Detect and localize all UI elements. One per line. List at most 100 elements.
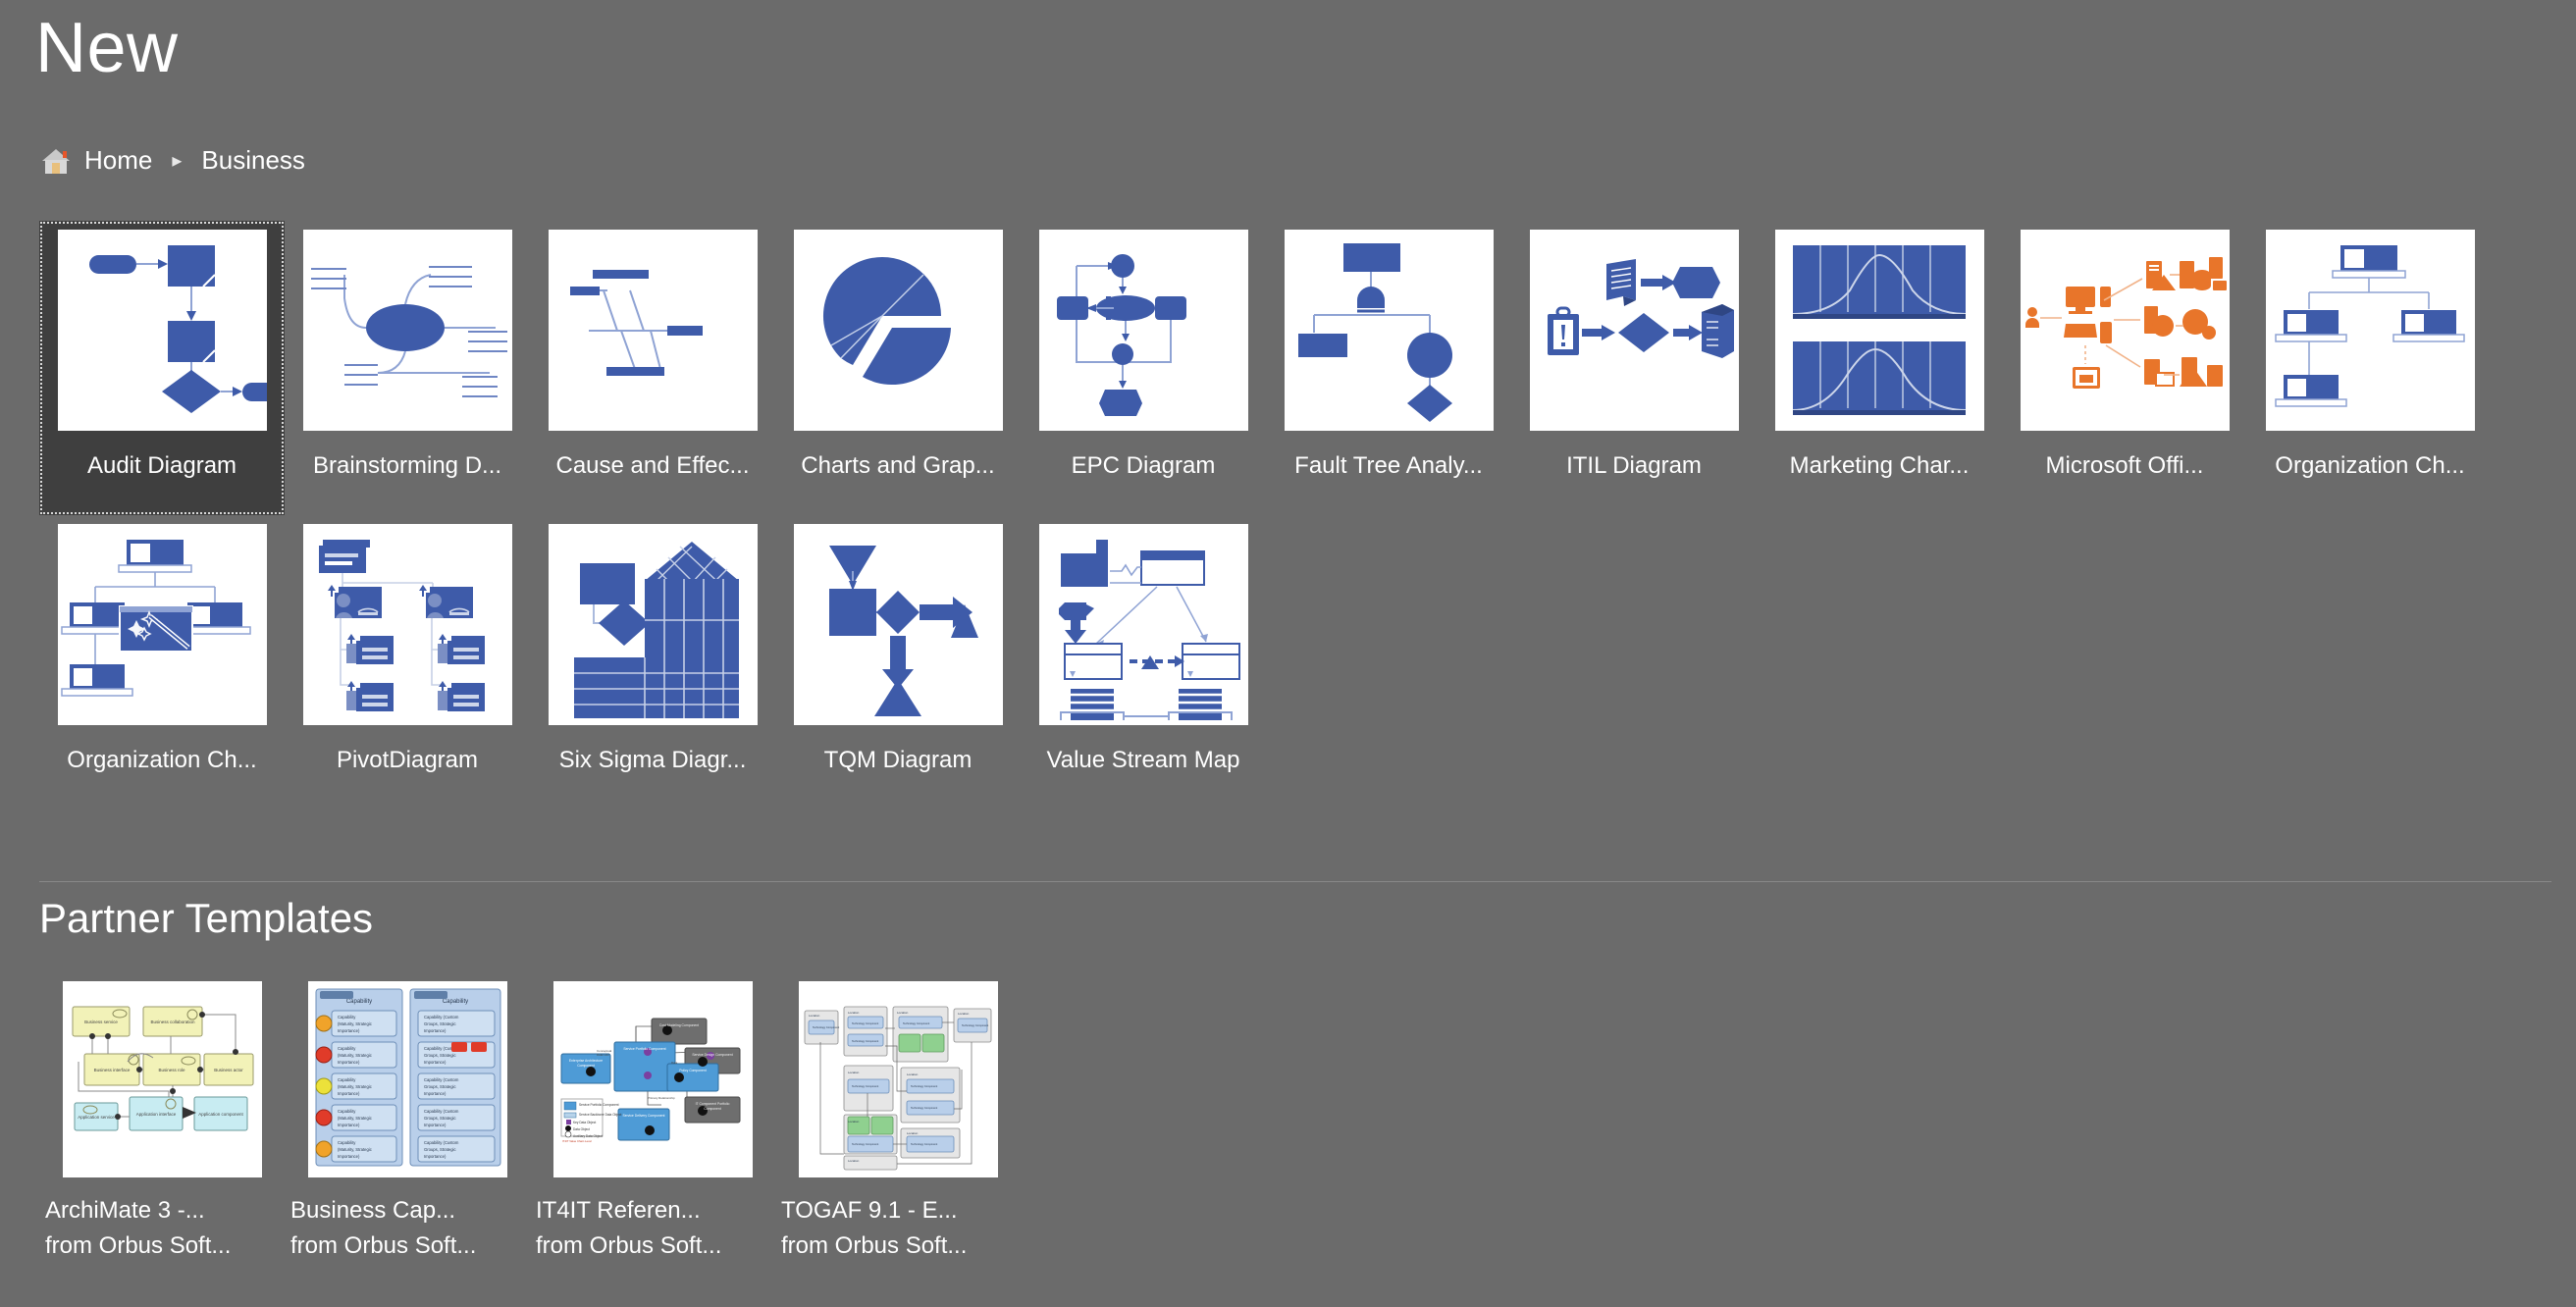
template-tile-organization-chart[interactable]: Organization Ch... [2247,221,2493,515]
template-tile-charts-and-graphs[interactable]: Charts and Grap... [775,221,1021,515]
template-tile-fault-tree-analysis[interactable]: Fault Tree Analy... [1266,221,1511,515]
svg-text:Technology Component: Technology Component [911,1106,938,1110]
svg-text:Importance): Importance) [424,1123,447,1127]
svg-text:Importance): Importance) [338,1154,360,1159]
svg-text:Capability (Custom: Capability (Custom [424,1140,459,1145]
svg-text:Groups, Strategic: Groups, Strategic [424,1053,456,1058]
partner-tile-business-capability[interactable]: Capability Capability Capability (Maturi… [285,971,530,1260]
partner-tile-togaf[interactable]: Location Location Location Location Locati… [775,971,1021,1260]
archimate-thumb: Business service Business collaboration … [62,981,262,1177]
template-tile-microsoft-office[interactable]: Microsoft Offi... [2002,221,2247,515]
template-label: TQM Diagram [823,747,973,773]
svg-text:Technology Component: Technology Component [852,1021,879,1025]
brainstorming-diagram-thumb [302,230,512,431]
svg-text:Application component: Application component [198,1112,243,1117]
svg-text:(Maturity, Strategic: (Maturity, Strategic [338,1116,372,1121]
template-tile-tqm-diagram[interactable]: TQM Diagram [775,515,1021,810]
value-stream-map-thumb [1038,524,1248,725]
svg-text:Location: Location [848,1120,860,1124]
svg-text:Technology Component: Technology Component [852,1084,879,1088]
svg-text:Location: Location [848,1011,860,1015]
svg-text:Capability (Custom: Capability (Custom [424,1109,459,1114]
magic-wand-overlay [118,605,193,653]
svg-text:Key Data Object: Key Data Object [573,1121,596,1124]
svg-text:Importance): Importance) [424,1060,447,1065]
svg-text:Business actor: Business actor [214,1068,243,1072]
template-label: PivotDiagram [336,747,479,773]
svg-text:Service Portfolio Component: Service Portfolio Component [623,1047,665,1051]
template-tile-brainstorming-diagram[interactable]: Brainstorming D... [285,221,530,515]
svg-text:Location: Location [809,1014,820,1018]
svg-text:Groups, Strategic: Groups, Strategic [424,1084,456,1089]
template-label: Audit Diagram [86,452,237,479]
marketing-charts-thumb [1774,230,1984,431]
svg-text:Business role: Business role [158,1068,185,1072]
template-grid: Audit Diagram Brainstorming D... Cause a… [39,221,2576,810]
cause-and-effect-thumb [548,230,758,431]
svg-text:Application interface: Application interface [135,1112,176,1117]
svg-text:Importance): Importance) [338,1060,360,1065]
template-tile-marketing-charts[interactable]: Marketing Char... [1757,221,2002,515]
svg-text:(Maturity, Strategic: (Maturity, Strategic [338,1021,372,1026]
svg-text:Capability: Capability [345,999,371,1005]
tqm-diagram-thumb [793,524,1003,725]
svg-text:Importance): Importance) [338,1091,360,1096]
svg-text:Location: Location [907,1072,919,1076]
template-tile-value-stream-map[interactable]: Value Stream Map [1021,515,1266,810]
svg-text:Business collaboration: Business collaboration [150,1019,195,1024]
template-label: Six Sigma Diagr... [558,747,747,773]
svg-text:IT4IT Value Chain Level: IT4IT Value Chain Level [562,1139,592,1143]
partner-tile-it4it-reference[interactable]: Service Portfolio Component Service Back… [530,971,775,1260]
svg-text:(Maturity, Strategic: (Maturity, Strategic [338,1147,372,1152]
svg-text:Service Delivery Component: Service Delivery Component [622,1114,664,1118]
svg-text:Service Design Component: Service Design Component [692,1053,732,1057]
svg-text:Component: Component [704,1107,721,1111]
template-tile-six-sigma-diagram[interactable]: Six Sigma Diagr... [530,515,775,810]
partner-publisher: from Orbus Soft... [45,1232,232,1259]
microsoft-office-thumb [2020,230,2230,431]
svg-text:Capability: Capability [442,999,467,1005]
template-tile-audit-diagram[interactable]: Audit Diagram [39,221,285,515]
six-sigma-diagram-thumb [548,524,758,725]
svg-text:Service Backbone Data Object: Service Backbone Data Object [579,1113,622,1117]
svg-text:Component: Component [577,1064,595,1068]
template-label: EPC Diagram [1071,452,1216,479]
svg-text:Capability: Capability [338,1140,356,1145]
partner-publisher: from Orbus Soft... [536,1232,722,1259]
breadcrumb-business[interactable]: Business [201,145,305,176]
svg-text:Data: Data [671,1061,678,1065]
template-tile-epc-diagram[interactable]: EPC Diagram [1021,221,1266,515]
template-tile-pivot-diagram[interactable]: PivotDiagram [285,515,530,810]
svg-text:(Maturity, Strategic: (Maturity, Strategic [338,1053,372,1058]
svg-text:Cost Modeling Component: Cost Modeling Component [658,1023,698,1027]
new-template-gallery-page: New Home ▸ Business Audit Diagram Brains… [0,0,2576,1307]
svg-text:Data Link: Data Link [597,1053,609,1057]
breadcrumb-home[interactable]: Home [84,145,152,176]
template-row-1: Audit Diagram Brainstorming D... Cause a… [39,221,2493,515]
charts-and-graphs-thumb [793,230,1003,431]
template-tile-organization-chart-wizard[interactable]: Organization Ch... [39,515,285,810]
template-label: Brainstorming D... [312,452,502,479]
template-tile-itil-diagram[interactable]: ITIL Diagram [1511,221,1757,515]
svg-text:Importance): Importance) [424,1091,447,1096]
svg-text:Data Object: Data Object [573,1127,590,1131]
template-label: Cause and Effec... [555,452,750,479]
svg-text:Technology Component: Technology Component [962,1023,989,1027]
svg-text:Auxiliary Data Object: Auxiliary Data Object [573,1134,603,1138]
svg-text:Capability (Custom: Capability (Custom [424,1077,459,1082]
breadcrumb: Home ▸ Business [39,145,305,176]
partner-label: IT4IT Referen... [536,1197,701,1224]
svg-text:Groups, Strategic: Groups, Strategic [424,1147,456,1152]
template-label: Fault Tree Analy... [1294,452,1483,479]
svg-text:Technology Component: Technology Component [852,1142,879,1146]
svg-text:Location: Location [848,1071,860,1074]
svg-text:(Maturity, Strategic: (Maturity, Strategic [338,1084,372,1089]
partner-tile-archimate[interactable]: Business service Business collaboration … [39,971,285,1260]
template-tile-cause-and-effect[interactable]: Cause and Effec... [530,221,775,515]
section-divider [39,881,2551,882]
svg-text:Capability: Capability [338,1015,356,1019]
page-title: New [35,9,179,87]
itil-diagram-thumb [1529,230,1739,431]
fault-tree-analysis-thumb [1284,230,1494,431]
epc-diagram-thumb [1038,230,1248,431]
